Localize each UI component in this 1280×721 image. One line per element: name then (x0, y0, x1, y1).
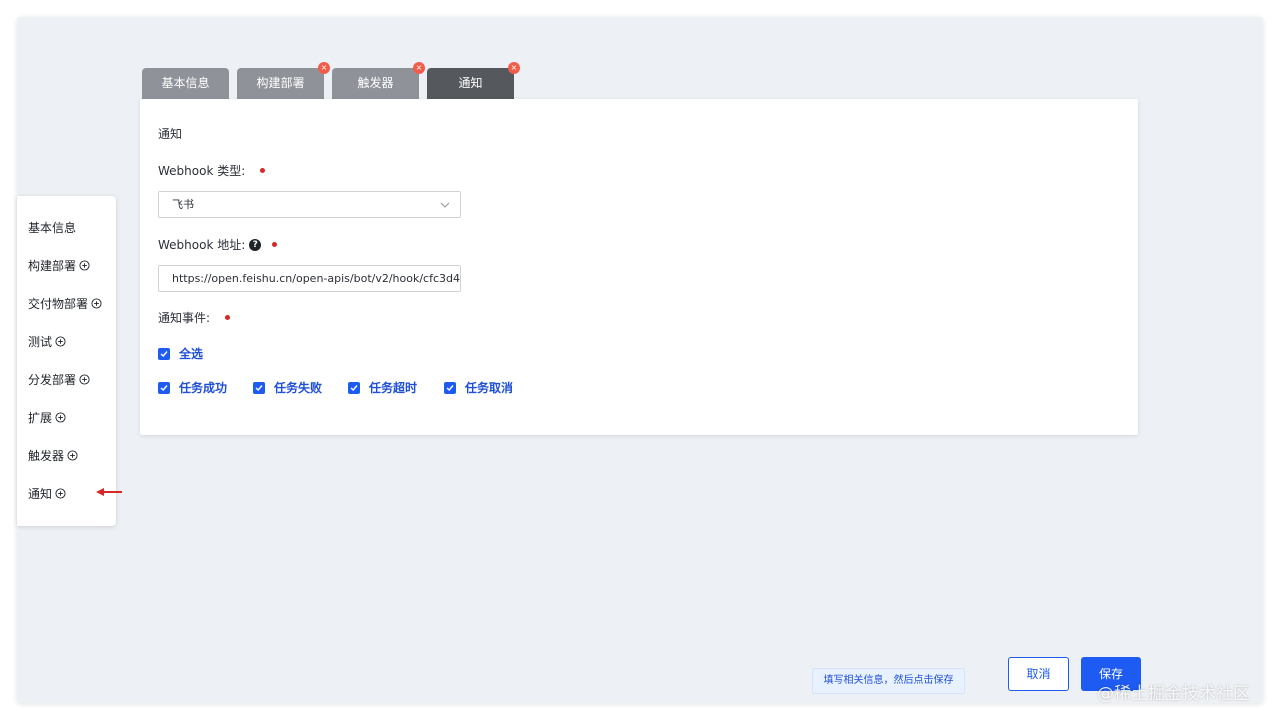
sidebar-item-distribution[interactable]: 分发部署 (28, 371, 90, 388)
sidebar-item-test[interactable]: 测试 (28, 333, 66, 350)
event-checkbox-failure[interactable]: 任务失败 (253, 379, 322, 396)
check-icon (348, 381, 360, 394)
check-icon (158, 381, 170, 394)
event-checkbox-cancel[interactable]: 任务取消 (444, 379, 513, 396)
save-hint: 填写相关信息，然后点击保存 (812, 668, 965, 694)
sidebar-item-basic-info[interactable]: 基本信息 (28, 219, 76, 236)
tab-basic-info[interactable]: 基本信息 (142, 68, 229, 99)
webhook-url-label-text: Webhook 地址: (158, 238, 246, 252)
sidebar-item-trigger[interactable]: 触发器 (28, 447, 78, 464)
chevron-down-icon (440, 202, 450, 208)
panel-title: 通知 (158, 127, 183, 141)
event-label: 任务失败 (274, 381, 323, 395)
notification-panel: 通知 Webhook 类型: 飞书 Webhook 地址: ? https://… (140, 99, 1138, 435)
tab-label: 通知 (458, 76, 483, 90)
tab-notification[interactable]: 通知 × (427, 62, 520, 99)
select-all-checkbox[interactable]: 全选 (158, 345, 203, 362)
sidebar-item-label: 通知 (28, 487, 53, 501)
add-circle-icon[interactable] (55, 336, 66, 347)
tab-label: 基本信息 (161, 76, 210, 90)
watermark: @稀土掘金技术社区 (1097, 684, 1250, 704)
event-checkbox-success[interactable]: 任务成功 (158, 379, 227, 396)
webhook-url-input[interactable]: https://open.feishu.cn/open-apis/bot/v2/… (158, 265, 461, 292)
sidebar-item-label: 交付物部署 (28, 297, 89, 311)
arrow-left-icon (96, 488, 122, 496)
webhook-type-value: 飞书 (172, 198, 194, 211)
add-circle-icon[interactable] (55, 488, 66, 499)
required-dot (225, 315, 231, 320)
help-icon[interactable]: ? (249, 238, 262, 251)
select-all-label: 全选 (179, 347, 204, 361)
events-label: 通知事件: (158, 309, 231, 326)
webhook-type-label-text: Webhook 类型: (158, 164, 246, 178)
webhook-type-label: Webhook 类型: (158, 162, 266, 179)
add-circle-icon[interactable] (67, 450, 78, 461)
tab-build-deploy[interactable]: 构建部署 × (237, 62, 330, 99)
add-circle-icon[interactable] (79, 374, 90, 385)
webhook-url-label: Webhook 地址: ? (158, 236, 278, 253)
event-label: 任务取消 (465, 381, 514, 395)
sidebar-item-label: 构建部署 (28, 259, 77, 273)
stage-sidebar: 基本信息 构建部署 交付物部署 测试 分发部署 扩展 触发器 通知 (17, 196, 122, 526)
sidebar-item-notification[interactable]: 通知 (28, 485, 66, 502)
sidebar-item-label: 分发部署 (28, 373, 77, 387)
close-icon[interactable]: × (508, 62, 520, 74)
event-checkbox-timeout[interactable]: 任务超时 (348, 379, 417, 396)
required-dot (260, 168, 266, 173)
tab-label: 构建部署 (256, 76, 305, 90)
tab-trigger[interactable]: 触发器 × (332, 62, 425, 99)
event-label: 任务成功 (179, 381, 228, 395)
close-icon[interactable]: × (413, 62, 425, 74)
add-circle-icon[interactable] (79, 260, 90, 271)
add-circle-icon[interactable] (55, 412, 66, 423)
sidebar-item-label: 扩展 (28, 411, 53, 425)
required-dot (272, 242, 278, 247)
sidebar-item-label: 测试 (28, 335, 53, 349)
sidebar-item-label: 基本信息 (28, 221, 77, 235)
cancel-button[interactable]: 取消 (1008, 657, 1069, 691)
check-icon (444, 381, 456, 394)
tab-label: 触发器 (357, 76, 394, 90)
events-label-text: 通知事件: (158, 311, 211, 325)
add-circle-icon[interactable] (91, 298, 102, 309)
event-label: 任务超时 (369, 381, 418, 395)
check-icon (253, 381, 265, 394)
sidebar-item-extension[interactable]: 扩展 (28, 409, 66, 426)
sidebar-item-artifact-deploy[interactable]: 交付物部署 (28, 295, 102, 312)
sidebar-item-label: 触发器 (28, 449, 65, 463)
close-icon[interactable]: × (318, 62, 330, 74)
sidebar-item-build-deploy[interactable]: 构建部署 (28, 257, 90, 274)
check-icon (158, 347, 170, 360)
webhook-type-select[interactable]: 飞书 (158, 191, 461, 218)
